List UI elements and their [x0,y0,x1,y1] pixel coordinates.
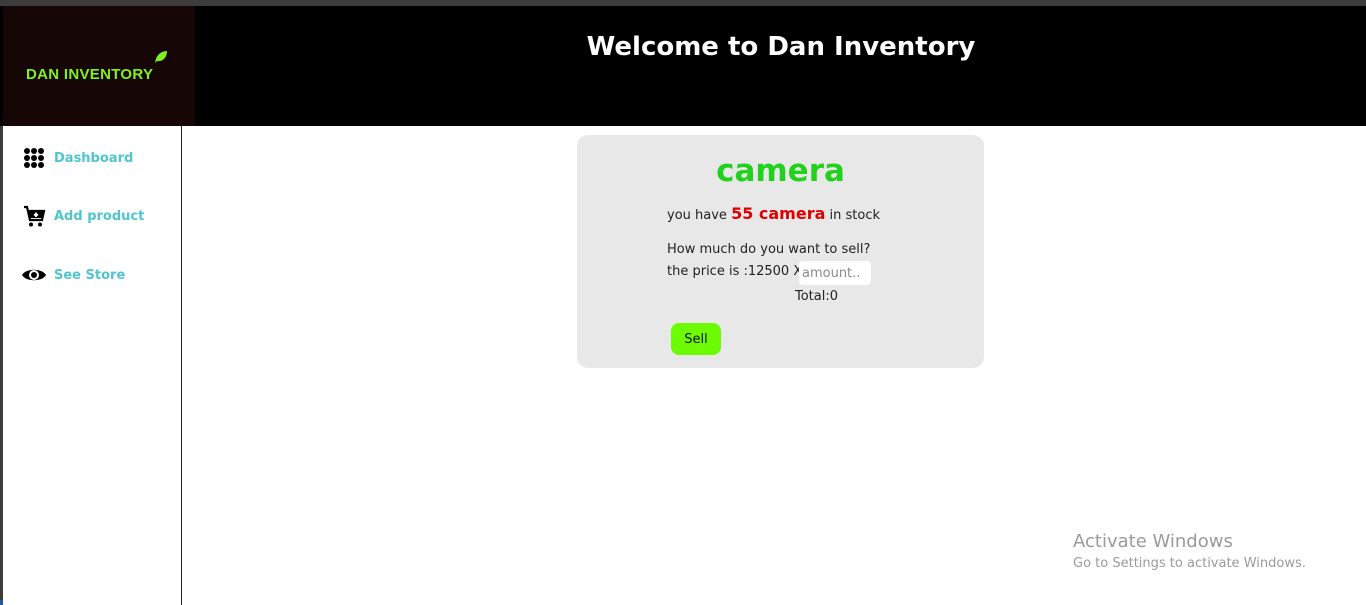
sidebar: Dashboard Add product See Store [3,126,182,605]
cart-add-icon [21,203,47,229]
price-text: the price is :12500 X [667,264,803,279]
top-header: DAN INVENTORY Welcome to Dan Inventory [0,6,1366,126]
stock-prefix: you have [667,208,732,223]
sidebar-item-label: See Store [54,267,126,283]
sidebar-item-label: Dashboard [54,150,134,166]
logo[interactable]: DAN INVENTORY [3,6,195,126]
activate-windows-watermark: Activate Windows Go to Settings to activ… [1073,531,1306,571]
logo-text: DAN INVENTORY [26,66,154,83]
stock-suffix: in stock [825,208,881,223]
taskbar-edge [0,600,3,605]
eye-icon [21,262,47,288]
watermark-title: Activate Windows [1073,531,1233,552]
stock-quantity: 55 camera [731,204,826,223]
sell-product-card: camera you have 55 camera in stock How m… [577,135,984,368]
sidebar-item-dashboard[interactable]: Dashboard [21,145,133,171]
app-window: DAN INVENTORY Welcome to Dan Inventory D… [0,0,1366,605]
amount-input[interactable] [799,261,871,285]
page-title: Welcome to Dan Inventory [586,32,976,62]
stock-info: you have 55 camera in stock [667,204,880,223]
sidebar-item-add-product[interactable]: Add product [21,203,144,229]
product-name: camera [716,153,845,189]
sell-question: How much do you want to sell? [667,242,871,257]
watermark-subtitle: Go to Settings to activate Windows. [1073,556,1306,571]
sidebar-item-see-store[interactable]: See Store [21,262,125,288]
sell-button[interactable]: Sell [671,323,721,355]
grid-dots-icon [21,145,47,171]
sidebar-item-label: Add product [54,208,145,224]
leaf-icon [155,51,167,63]
total-text: Total:0 [795,289,839,304]
